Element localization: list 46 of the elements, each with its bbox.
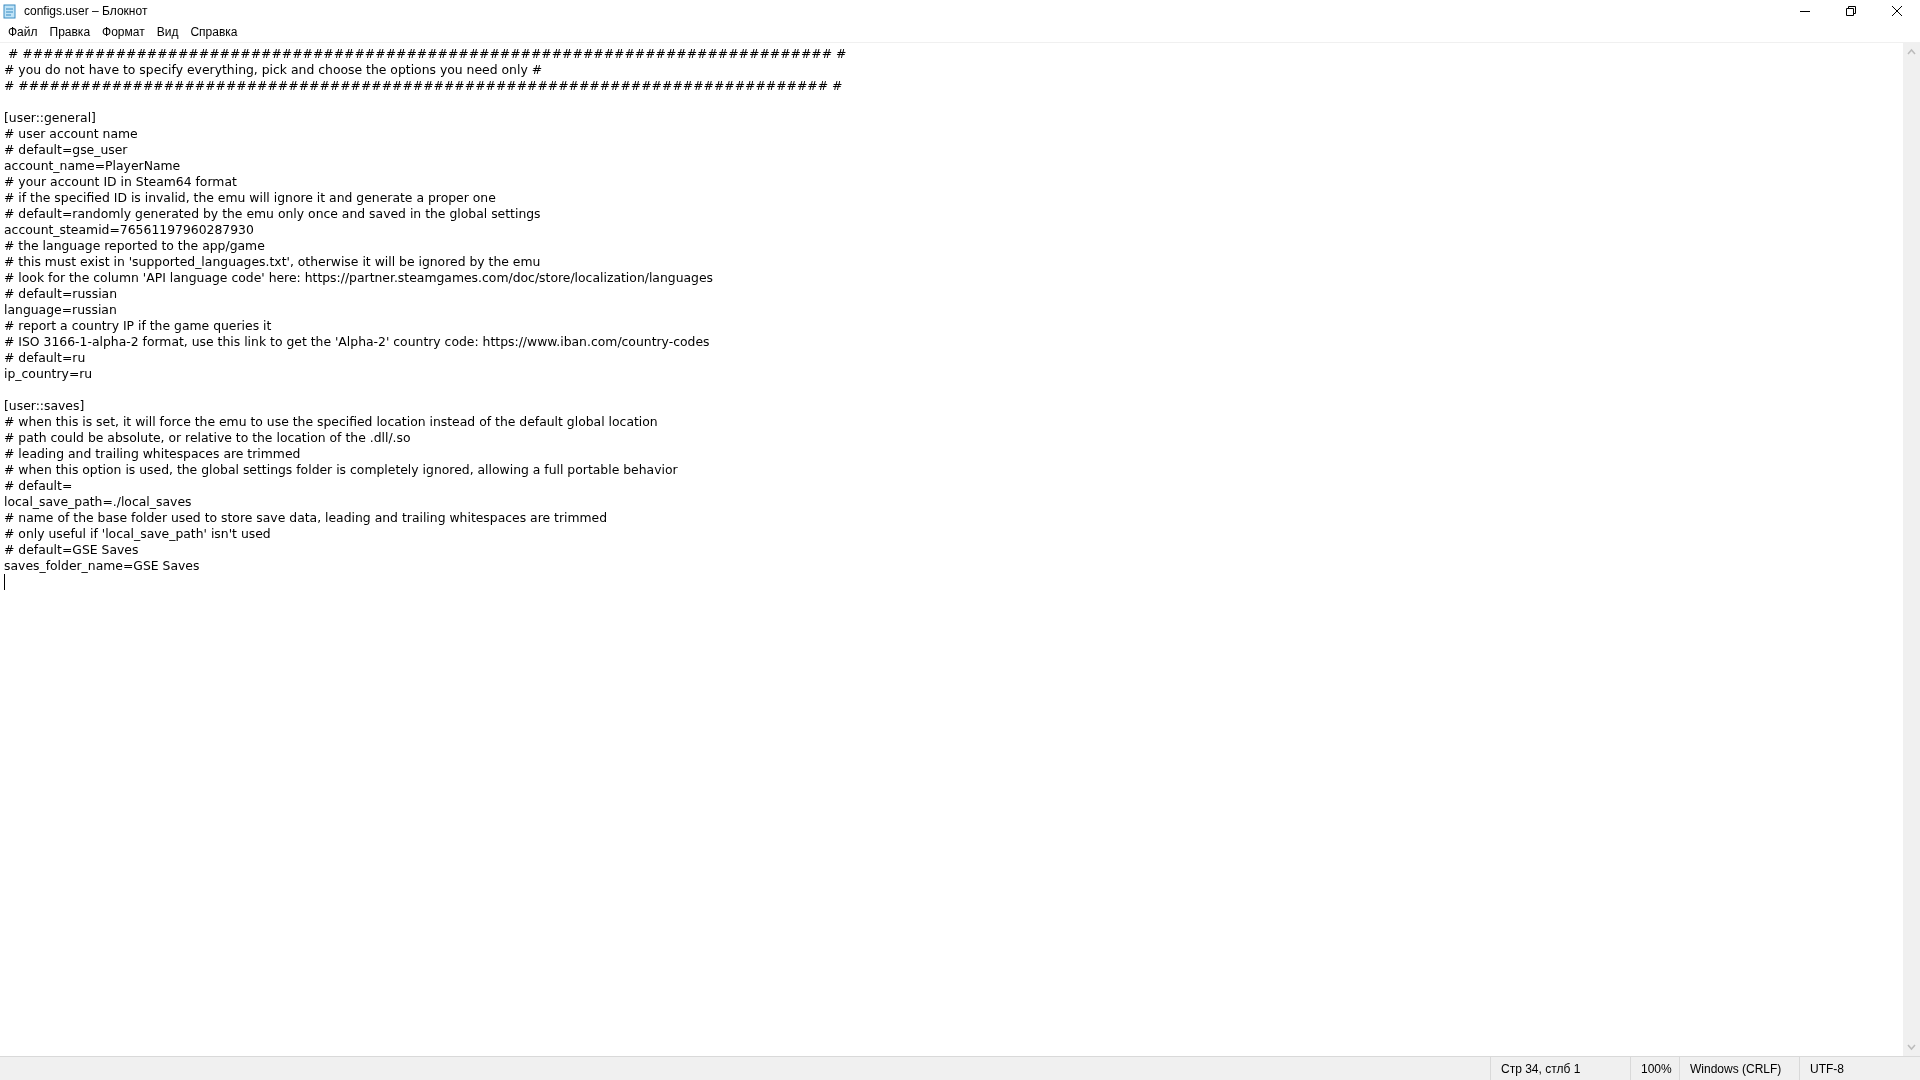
text-line: saves_folder_name=GSE Saves — [4, 558, 200, 574]
text-line: # your account ID in Steam64 format — [4, 174, 237, 190]
menu-item[interactable]: Файл — [2, 22, 44, 42]
text-line: # default=russian — [4, 286, 118, 302]
text-line: [user::general] — [4, 110, 96, 126]
text-line: # ############################################################################## # — [4, 78, 843, 94]
text-line: # name of the base folder used to store save data, leading and trailing whitespaces are trimmed — [4, 510, 608, 526]
text-line: # ISO 3166-1-alpha-2 format, use this link to get the 'Alpha-2' country code: https://www.iban.com/country-codes — [4, 334, 710, 350]
menu-item[interactable]: Правка — [43, 22, 97, 42]
text-line: # only useful if 'local_save_path' isn't used — [4, 526, 271, 542]
text-cursor — [4, 574, 5, 590]
status-text: 100% — [1641, 1060, 1672, 1078]
text-line: # when this is set, it will force the emu to use the specified location instead of the default global location — [4, 414, 658, 430]
text-line: account_name=PlayerName — [4, 158, 181, 174]
text-line: account_steamid=76561197960287930 — [4, 222, 254, 238]
text-line: # report a country IP if the game queries it — [4, 318, 272, 334]
text-line: # default=ru — [4, 350, 86, 366]
text-line: # ############################################################################## # — [6, 46, 847, 62]
menu-item[interactable]: Формат — [96, 22, 151, 42]
text-line: [user::saves] — [4, 398, 85, 414]
status-text: UTF-8 — [1810, 1060, 1844, 1078]
text-line: # path could be absolute, or relative to the location of the .dll/.so — [4, 430, 411, 446]
text-line: # leading and trailing whitespaces are trimmed — [4, 446, 301, 462]
close-icon — [1892, 6, 1902, 16]
text-line: # you do not have to specify everything, pick and choose the options you need only # — [4, 62, 543, 78]
restore-icon — [1846, 6, 1856, 16]
vertical-scrollbar[interactable] — [1903, 43, 1920, 1056]
text-line: # default=randomly generated by the emu only once and saved in the global settings — [4, 206, 541, 222]
text-line: # if the specified ID is invalid, the emu will ignore it and generate a proper one — [4, 190, 496, 206]
text-line: # when this option is used, the global settings folder is completely ignored, allowing a full portable behavior — [4, 462, 678, 478]
notepad-icon — [2, 3, 18, 19]
text-line: # this must exist in 'supported_languages.txt', otherwise it will be ignored by the emu — [4, 254, 541, 270]
text-line: # default=gse_user — [4, 142, 128, 158]
text-line: language=russian — [4, 302, 117, 318]
text-line: # user account name — [4, 126, 138, 142]
text-line: local_save_path=./local_saves — [4, 494, 192, 510]
status-text: Стр 34, стлб 1 — [1501, 1060, 1581, 1078]
menu-item[interactable]: Справка — [184, 22, 244, 42]
text-line: ip_country=ru — [4, 366, 93, 382]
text-line: # the language reported to the app/game — [4, 238, 265, 254]
status-text: Windows (CRLF) — [1690, 1060, 1782, 1078]
menu-item[interactable]: Вид — [150, 22, 185, 42]
text-line: # look for the column 'API language code' here: https://partner.steamgames.com/doc/store/localization/languages — [4, 270, 714, 286]
window-title: configs.user – Блокнот — [24, 3, 148, 20]
text-line: # default= — [4, 478, 73, 494]
text-line: # default=GSE Saves — [4, 542, 139, 558]
